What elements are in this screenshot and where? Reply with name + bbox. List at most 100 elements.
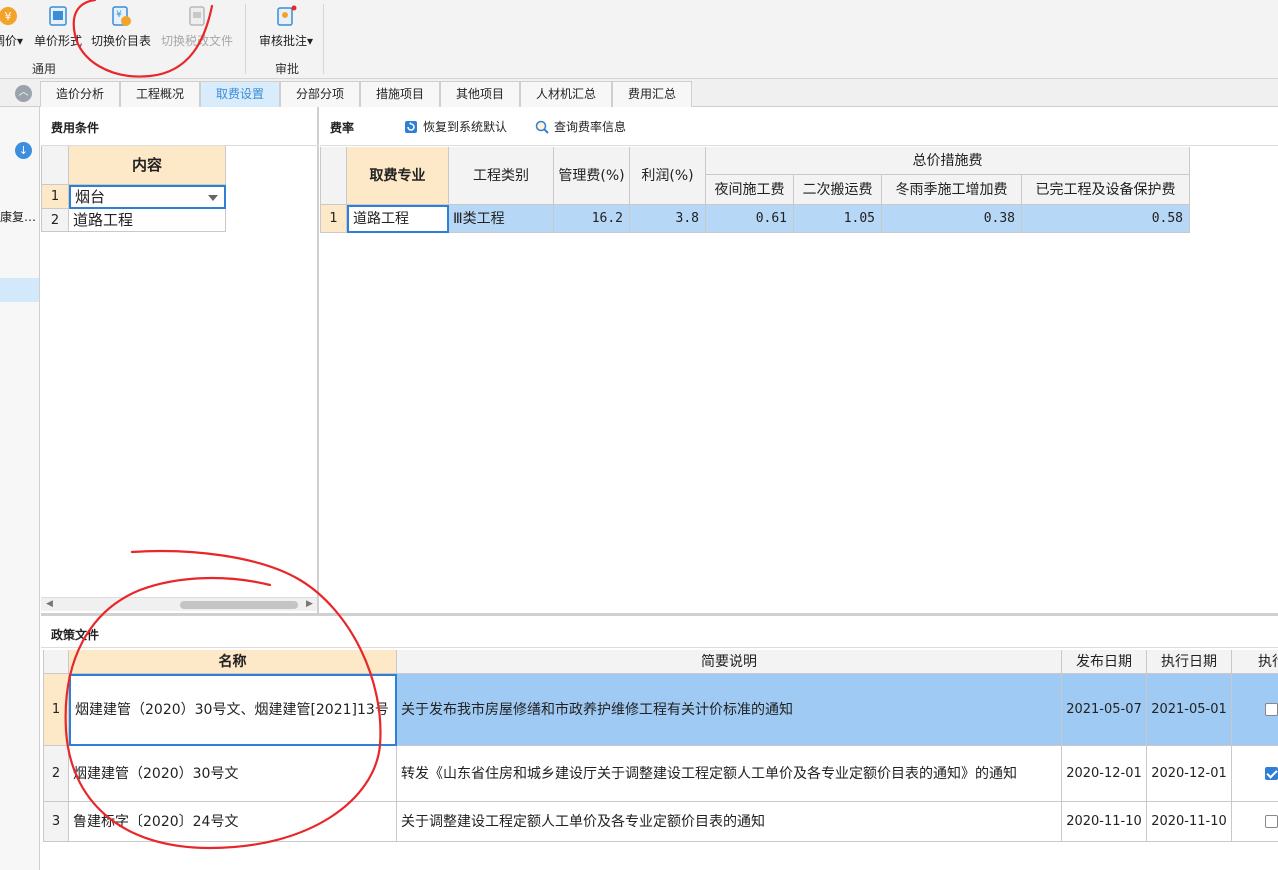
management-fee-cell[interactable]: 16.2: [554, 205, 630, 233]
total-measures-header: 总价措施费: [706, 147, 1190, 175]
nav-item-label[interactable]: 康复…: [0, 208, 36, 225]
publish-date-cell[interactable]: 2020-11-10: [1062, 802, 1147, 842]
switch-price-list-button[interactable]: ¥ 切换价目表: [90, 4, 152, 54]
specialty-cell[interactable]: 道路工程: [347, 205, 449, 233]
policy-desc-cell[interactable]: 关于发布我市房屋修缮和市政养护维修工程有关计价标准的通知: [397, 674, 1062, 746]
scroll-left-icon[interactable]: ◀: [46, 599, 53, 609]
adjust-price-button[interactable]: ¥ 调价▾: [0, 4, 30, 54]
execute-flag-header: 执行: [1232, 650, 1278, 674]
row-number: 1: [41, 185, 69, 209]
execute-flag-cell: [1232, 802, 1278, 842]
collapse-up-icon[interactable]: ︿: [15, 85, 32, 102]
policy-title: 政策文件: [51, 628, 100, 642]
night-work-header: 夜间施工费: [706, 175, 794, 205]
policy-desc-cell[interactable]: 转发《山东省住房和城乡建设厅关于调整建设工程定额人工单价及各专业定额价目表的通知…: [397, 746, 1062, 802]
publish-date-cell[interactable]: 2021-05-07: [1062, 674, 1147, 746]
tab-measures[interactable]: 措施项目: [360, 81, 440, 107]
execute-checkbox[interactable]: [1265, 767, 1278, 780]
unit-price-form-button[interactable]: 单价形式: [33, 4, 83, 54]
content-header: 内容: [69, 146, 226, 185]
unit-price-form-icon: [49, 6, 67, 26]
review-annotation-button[interactable]: 审核批注▾: [256, 4, 316, 54]
specialty-header: 取费专业: [347, 147, 449, 205]
policy-name-cell[interactable]: 烟建建管（2020）30号文: [69, 746, 397, 802]
tab-cost-analysis[interactable]: 造价分析: [40, 81, 120, 107]
policy-desc-header: 简要说明: [397, 650, 1062, 674]
execute-checkbox[interactable]: [1265, 703, 1278, 716]
switch-price-list-icon: ¥: [112, 6, 131, 26]
nav-item-selected[interactable]: [0, 278, 39, 302]
category-cell[interactable]: Ⅲ类工程: [449, 205, 554, 233]
project-type-value[interactable]: 道路工程: [69, 209, 226, 232]
execute-date-cell[interactable]: 2020-11-10: [1147, 802, 1232, 842]
policy-name-cell[interactable]: 鲁建标字〔2020〕24号文: [69, 802, 397, 842]
execute-date-cell[interactable]: 2021-05-01: [1147, 674, 1232, 746]
management-fee-header: 管理费(%): [554, 147, 630, 205]
execute-checkbox[interactable]: [1265, 815, 1278, 828]
row-number: 1: [43, 674, 69, 746]
scroll-right-icon[interactable]: ▶: [306, 599, 313, 609]
scrollbar-thumb[interactable]: [180, 601, 298, 609]
switch-tax-file-button[interactable]: 切换税改文件: [160, 4, 234, 54]
grid-corner: [43, 650, 69, 674]
execute-flag-cell: [1232, 674, 1278, 746]
execute-flag-cell: [1232, 746, 1278, 802]
tab-labor-material-summary[interactable]: 人材机汇总: [520, 81, 612, 107]
tab-other-items[interactable]: 其他项目: [440, 81, 520, 107]
row-number: 3: [43, 802, 69, 842]
magnifier-icon: [535, 120, 549, 134]
execute-date-header: 执行日期: [1147, 650, 1232, 674]
rates-title: 费率: [330, 121, 355, 135]
fee-conditions-panel: 费用条件 内容 1 烟台 2 道路工程 ◀ ▶: [41, 107, 319, 613]
execute-date-cell[interactable]: 2020-12-01: [1147, 746, 1232, 802]
switch-tax-file-icon: [189, 6, 205, 26]
ribbon-separator: [323, 4, 324, 74]
tab-fee-summary[interactable]: 费用汇总: [612, 81, 692, 107]
publish-date-header: 发布日期: [1062, 650, 1147, 674]
chevron-down-icon[interactable]: [208, 195, 218, 201]
query-rate-button[interactable]: 查询费率信息: [535, 118, 626, 135]
tab-sub-items[interactable]: 分部分项: [280, 81, 360, 107]
winter-rain-header: 冬雨季施工增加费: [882, 175, 1022, 205]
policy-name-header: 名称: [69, 650, 397, 674]
grid-corner: [41, 146, 69, 185]
ribbon-separator: [245, 4, 246, 74]
fee-conditions-title: 费用条件: [51, 121, 100, 135]
ribbon-toolbar: ¥ 调价▾ 单价形式 ¥ 切换价目表 切换税改文件 通用 审核批注▾: [0, 0, 1278, 79]
divider: [41, 647, 1278, 648]
arrow-down-icon[interactable]: ↓: [15, 142, 32, 159]
protection-header: 已完工程及设备保护费: [1022, 175, 1190, 205]
region-dropdown[interactable]: 烟台: [69, 185, 226, 209]
publish-date-cell[interactable]: 2020-12-01: [1062, 746, 1147, 802]
row-number: 2: [43, 746, 69, 802]
policy-panel: 政策文件 名称 简要说明 发布日期 执行日期 执行 1 烟建建管（2020）30…: [41, 616, 1278, 870]
profit-header: 利润(%): [630, 147, 706, 205]
protection-cell[interactable]: 0.58: [1022, 205, 1190, 233]
grid-corner: [320, 147, 347, 205]
tab-project-overview[interactable]: 工程概况: [120, 81, 200, 107]
row-number: 2: [41, 209, 69, 232]
tab-bar: ︿ 造价分析 工程概况 取费设置 分部分项 措施项目 其他项目 人材机汇总 费用…: [0, 79, 1278, 107]
restore-default-button[interactable]: 恢复到系统默认: [404, 118, 507, 135]
secondary-transport-header: 二次搬运费: [794, 175, 882, 205]
winter-rain-cell[interactable]: 0.38: [882, 205, 1022, 233]
review-annotation-icon: [277, 5, 297, 26]
secondary-transport-cell[interactable]: 1.05: [794, 205, 882, 233]
rates-panel: 费率 恢复到系统默认 查询费率信息 取费专业 工程类别 管理费(%) 利润(%)…: [320, 107, 1278, 613]
adjust-price-icon: ¥: [0, 7, 17, 25]
svg-text:¥: ¥: [5, 10, 12, 23]
left-nav: ↓ 康复…: [0, 107, 40, 870]
policy-name-cell[interactable]: 烟建建管（2020）30号文、烟建建管[2021]13号: [69, 674, 397, 746]
svg-text:¥: ¥: [116, 10, 122, 20]
group-label-general: 通用: [32, 62, 57, 76]
region-value: 烟台: [75, 187, 106, 206]
row-number: 1: [320, 205, 347, 233]
policy-desc-cell[interactable]: 关于调整建设工程定额人工单价及各专业定额价目表的通知: [397, 802, 1062, 842]
night-work-cell[interactable]: 0.61: [706, 205, 794, 233]
horizontal-scrollbar[interactable]: ◀ ▶: [41, 597, 317, 611]
category-header: 工程类别: [449, 147, 554, 205]
group-label-review: 审批: [275, 62, 300, 76]
divider: [320, 145, 1278, 146]
tab-fee-settings[interactable]: 取费设置: [200, 81, 280, 107]
profit-cell[interactable]: 3.8: [630, 205, 706, 233]
